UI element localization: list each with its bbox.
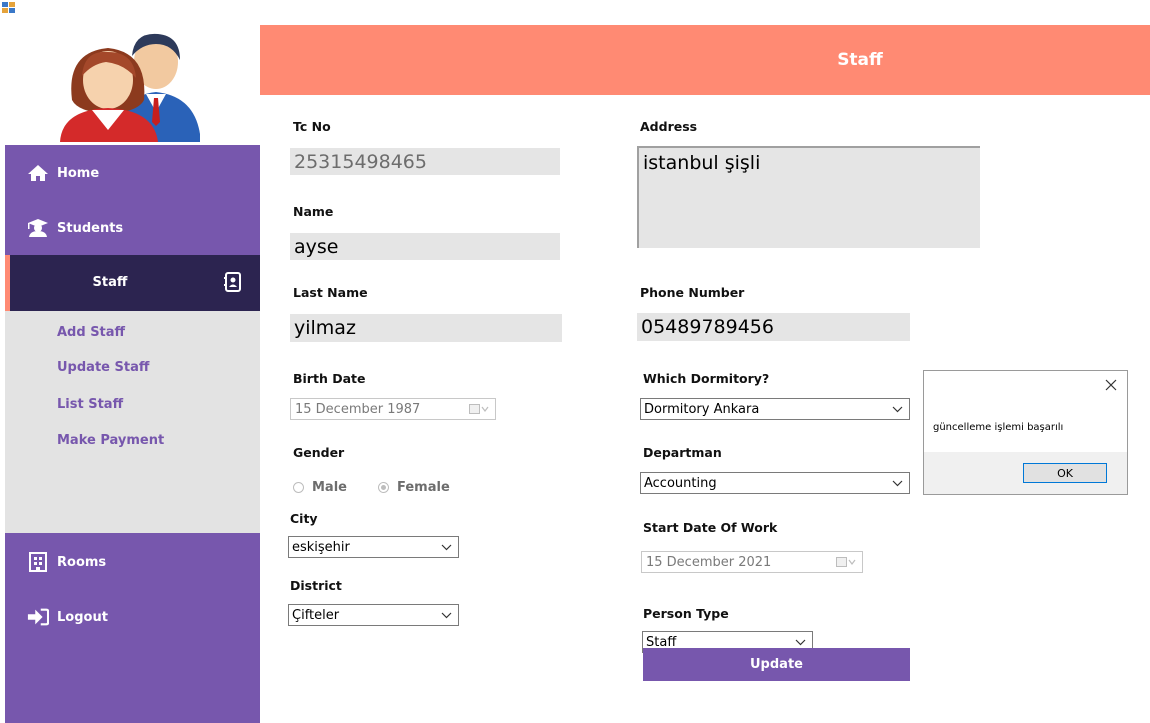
department-select[interactable]: Accounting bbox=[640, 472, 910, 494]
users-logo-icon bbox=[60, 33, 200, 142]
name-label: Name bbox=[293, 204, 334, 219]
dialog-message: güncelleme işlemi başarılı bbox=[933, 422, 1064, 433]
gender-male-radio[interactable]: Male bbox=[293, 480, 347, 495]
person-type-label: Person Type bbox=[643, 606, 729, 621]
chevron-down-icon bbox=[795, 639, 806, 646]
chevron-down-icon bbox=[441, 612, 452, 619]
district-select[interactable]: Çifteler bbox=[288, 604, 459, 626]
phone-label: Phone Number bbox=[640, 285, 745, 300]
logout-icon bbox=[27, 607, 49, 627]
submenu-add-staff[interactable]: Add Staff bbox=[57, 325, 125, 340]
header-bar: Staff bbox=[260, 25, 1150, 95]
gender-female-radio[interactable]: Female bbox=[378, 480, 450, 495]
sidebar-item-staff[interactable]: Staff bbox=[5, 255, 260, 311]
radio-circle bbox=[378, 482, 389, 493]
submenu-make-payment[interactable]: Make Payment bbox=[57, 433, 164, 448]
city-select[interactable]: eskişehir bbox=[288, 536, 459, 558]
district-label: District bbox=[290, 578, 342, 593]
dormitory-value: Dormitory Ankara bbox=[644, 401, 760, 417]
radio-circle bbox=[293, 482, 304, 493]
dormitory-select[interactable]: Dormitory Ankara bbox=[640, 398, 910, 420]
ok-button[interactable]: OK bbox=[1023, 463, 1107, 483]
staff-submenu: Add Staff Update Staff List Staff Make P… bbox=[5, 311, 260, 533]
birth-date-label: Birth Date bbox=[293, 371, 366, 386]
chevron-down-icon bbox=[441, 544, 452, 551]
sidebar-item-home[interactable]: Home bbox=[5, 153, 260, 193]
calendar-dropdown-icon[interactable] bbox=[469, 403, 489, 415]
radio-label: Male bbox=[312, 480, 347, 495]
sidebar-item-rooms[interactable]: Rooms bbox=[5, 542, 260, 582]
close-icon[interactable] bbox=[1103, 377, 1119, 393]
start-date-picker[interactable]: 15 December 2021 bbox=[641, 551, 863, 573]
address-textarea[interactable]: istanbul şişli bbox=[637, 146, 980, 248]
tc-no-input[interactable] bbox=[290, 148, 560, 175]
city-label: City bbox=[290, 511, 318, 526]
dormitory-label: Which Dormitory? bbox=[643, 371, 770, 386]
tc-no-label: Tc No bbox=[293, 119, 331, 134]
graduate-icon bbox=[27, 218, 49, 238]
sidebar-item-label: Staff bbox=[92, 275, 128, 290]
last-name-label: Last Name bbox=[293, 285, 368, 300]
birth-date-picker[interactable]: 15 December 1987 bbox=[290, 398, 496, 420]
calendar-dropdown-icon[interactable] bbox=[836, 556, 856, 568]
gender-label: Gender bbox=[293, 445, 345, 460]
start-date-label: Start Date Of Work bbox=[643, 520, 778, 535]
name-input[interactable] bbox=[290, 233, 560, 260]
page-title: Staff bbox=[837, 50, 883, 70]
start-date-value: 15 December 2021 bbox=[646, 554, 772, 570]
address-label: Address bbox=[640, 119, 698, 134]
phone-input[interactable] bbox=[637, 313, 910, 341]
message-dialog: güncelleme işlemi başarılı OK bbox=[923, 370, 1128, 495]
sidebar-item-students[interactable]: Students bbox=[5, 208, 260, 248]
sidebar-item-logout[interactable]: Logout bbox=[5, 597, 260, 637]
last-name-input[interactable] bbox=[290, 314, 562, 342]
city-value: eskişehir bbox=[292, 539, 350, 555]
window-app-icon bbox=[2, 2, 15, 13]
chevron-down-icon bbox=[892, 406, 903, 413]
department-value: Accounting bbox=[644, 475, 717, 491]
sidebar-item-label: Logout bbox=[57, 609, 108, 625]
chevron-down-icon bbox=[892, 480, 903, 487]
district-value: Çifteler bbox=[292, 607, 340, 623]
home-icon bbox=[27, 163, 49, 183]
contact-book-icon bbox=[224, 272, 241, 292]
sidebar-item-label: Home bbox=[57, 165, 100, 181]
active-indicator bbox=[5, 255, 10, 311]
update-button[interactable]: Update bbox=[643, 648, 910, 681]
submenu-update-staff[interactable]: Update Staff bbox=[57, 360, 149, 375]
building-icon bbox=[27, 552, 49, 572]
sidebar-item-label: Rooms bbox=[57, 554, 107, 570]
submenu-list-staff[interactable]: List Staff bbox=[57, 397, 123, 412]
radio-label: Female bbox=[397, 480, 450, 495]
birth-date-value: 15 December 1987 bbox=[295, 401, 421, 417]
department-label: Departman bbox=[643, 445, 722, 460]
sidebar-item-label: Students bbox=[57, 220, 124, 236]
